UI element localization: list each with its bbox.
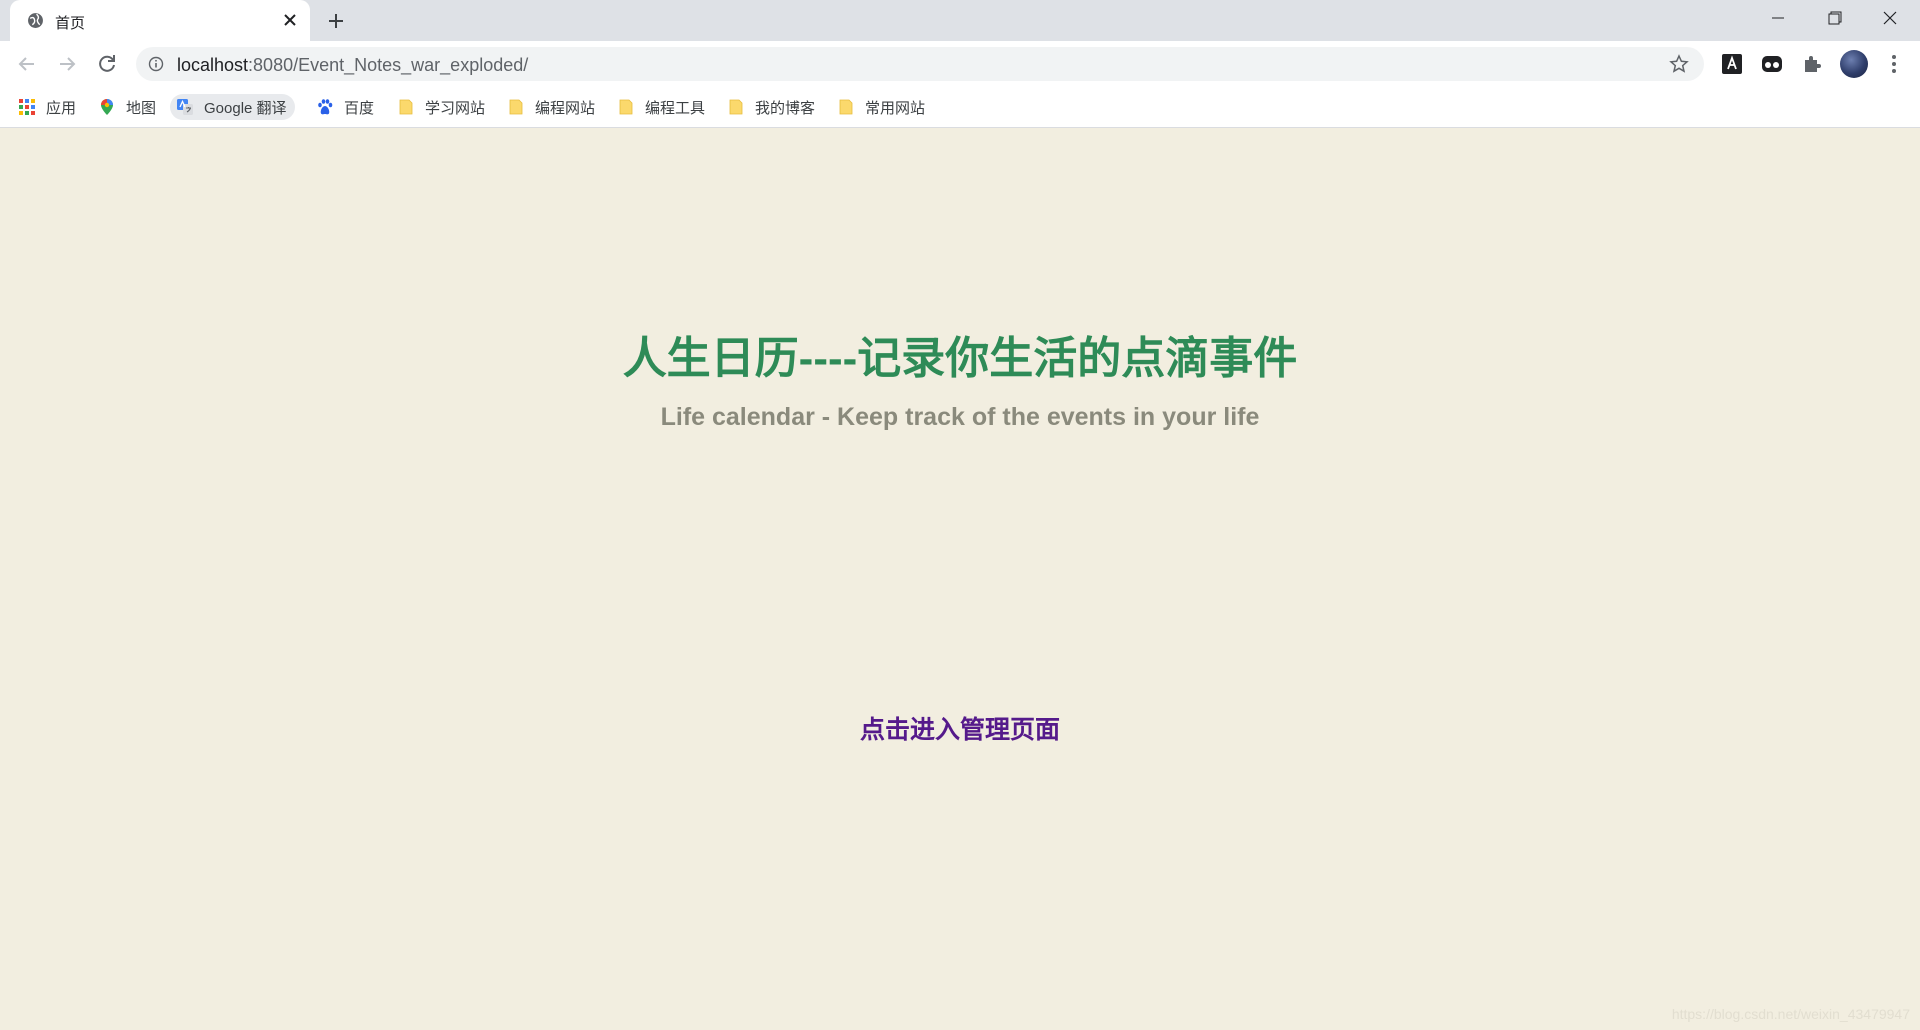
folder-icon — [509, 99, 523, 115]
window-close-icon[interactable] — [1862, 0, 1918, 36]
bookmark-folder-common-sites[interactable]: 常用网站 — [837, 94, 925, 120]
info-icon[interactable] — [148, 56, 164, 72]
page-subtitle: Life calendar - Keep track of the events… — [660, 403, 1260, 431]
bookmark-label: 常用网站 — [865, 99, 926, 117]
extension-mask-icon[interactable] — [1760, 52, 1784, 76]
bookmark-maps[interactable]: 地图 — [98, 94, 156, 120]
bookmark-label: 地图 — [126, 99, 157, 117]
folder-icon — [839, 99, 853, 115]
bookmark-label: 应用 — [46, 99, 77, 117]
extensions-puzzle-icon[interactable] — [1800, 52, 1824, 76]
google-translate-icon — [177, 99, 193, 115]
bookmark-label: 编程工具 — [645, 99, 706, 117]
folder-icon — [399, 99, 413, 115]
minimize-icon[interactable] — [1750, 0, 1806, 36]
restore-icon[interactable] — [1806, 0, 1862, 36]
baidu-paw-icon — [318, 99, 333, 115]
tab-strip: 首页 — [0, 0, 1920, 41]
reload-icon[interactable] — [93, 50, 121, 78]
browser-toolbar: localhost:8080/Event_Notes_war_exploded/ — [0, 41, 1920, 87]
bookmark-folder-my-blog[interactable]: 我的博客 — [727, 94, 815, 120]
enter-management-link[interactable]: 点击进入管理页面 — [0, 710, 1920, 746]
more-menu-icon[interactable] — [1882, 52, 1906, 76]
bookmark-google-translate[interactable]: Google 翻译 — [170, 94, 295, 120]
address-bar[interactable]: localhost:8080/Event_Notes_war_exploded/ — [136, 47, 1704, 81]
bookmark-label: Google 翻译 — [204, 99, 287, 117]
globe-icon — [28, 13, 43, 28]
back-arrow-icon[interactable] — [13, 50, 41, 78]
bookmarks-bar: 应用 地图 Google 翻译 百度 学习网站 编程网站 编程工具 我的博客 常… — [0, 87, 1920, 128]
map-pin-icon — [101, 99, 113, 115]
browser-tab[interactable]: 首页 — [10, 0, 310, 41]
bookmark-baidu[interactable]: 百度 — [316, 94, 374, 120]
close-icon[interactable] — [281, 11, 299, 29]
bookmark-label: 学习网站 — [425, 99, 486, 117]
bookmark-apps[interactable]: 应用 — [18, 94, 76, 120]
tab-title: 首页 — [55, 15, 86, 32]
bookmark-folder-programming-sites[interactable]: 编程网站 — [507, 94, 595, 120]
page-title: 人生日历----记录你生活的点滴事件 — [622, 334, 1298, 383]
url-text[interactable]: localhost:8080/Event_Notes_war_exploded/ — [177, 55, 528, 76]
page-content: 人生日历----记录你生活的点滴事件 Life calendar - Keep … — [0, 128, 1920, 1030]
extension-icon[interactable] — [1720, 52, 1744, 76]
bookmark-label: 我的博客 — [755, 99, 816, 117]
bookmark-label: 百度 — [344, 99, 375, 117]
bookmark-folder-study[interactable]: 学习网站 — [397, 94, 485, 120]
url-path: :8080/Event_Notes_war_exploded/ — [248, 55, 529, 75]
watermark: https://blog.csdn.net/weixin_43479947 — [1671, 1006, 1910, 1022]
folder-icon — [619, 99, 633, 115]
bookmark-folder-programming-tools[interactable]: 编程工具 — [617, 94, 705, 120]
folder-icon — [729, 99, 743, 115]
forward-arrow-icon[interactable] — [53, 50, 81, 78]
bookmark-star-icon[interactable] — [1669, 54, 1689, 74]
profile-avatar[interactable] — [1840, 50, 1868, 78]
url-host: localhost — [177, 55, 249, 75]
bookmark-label: 编程网站 — [535, 99, 596, 117]
apps-grid-icon — [19, 99, 35, 115]
new-tab-plus-icon[interactable] — [324, 9, 348, 33]
